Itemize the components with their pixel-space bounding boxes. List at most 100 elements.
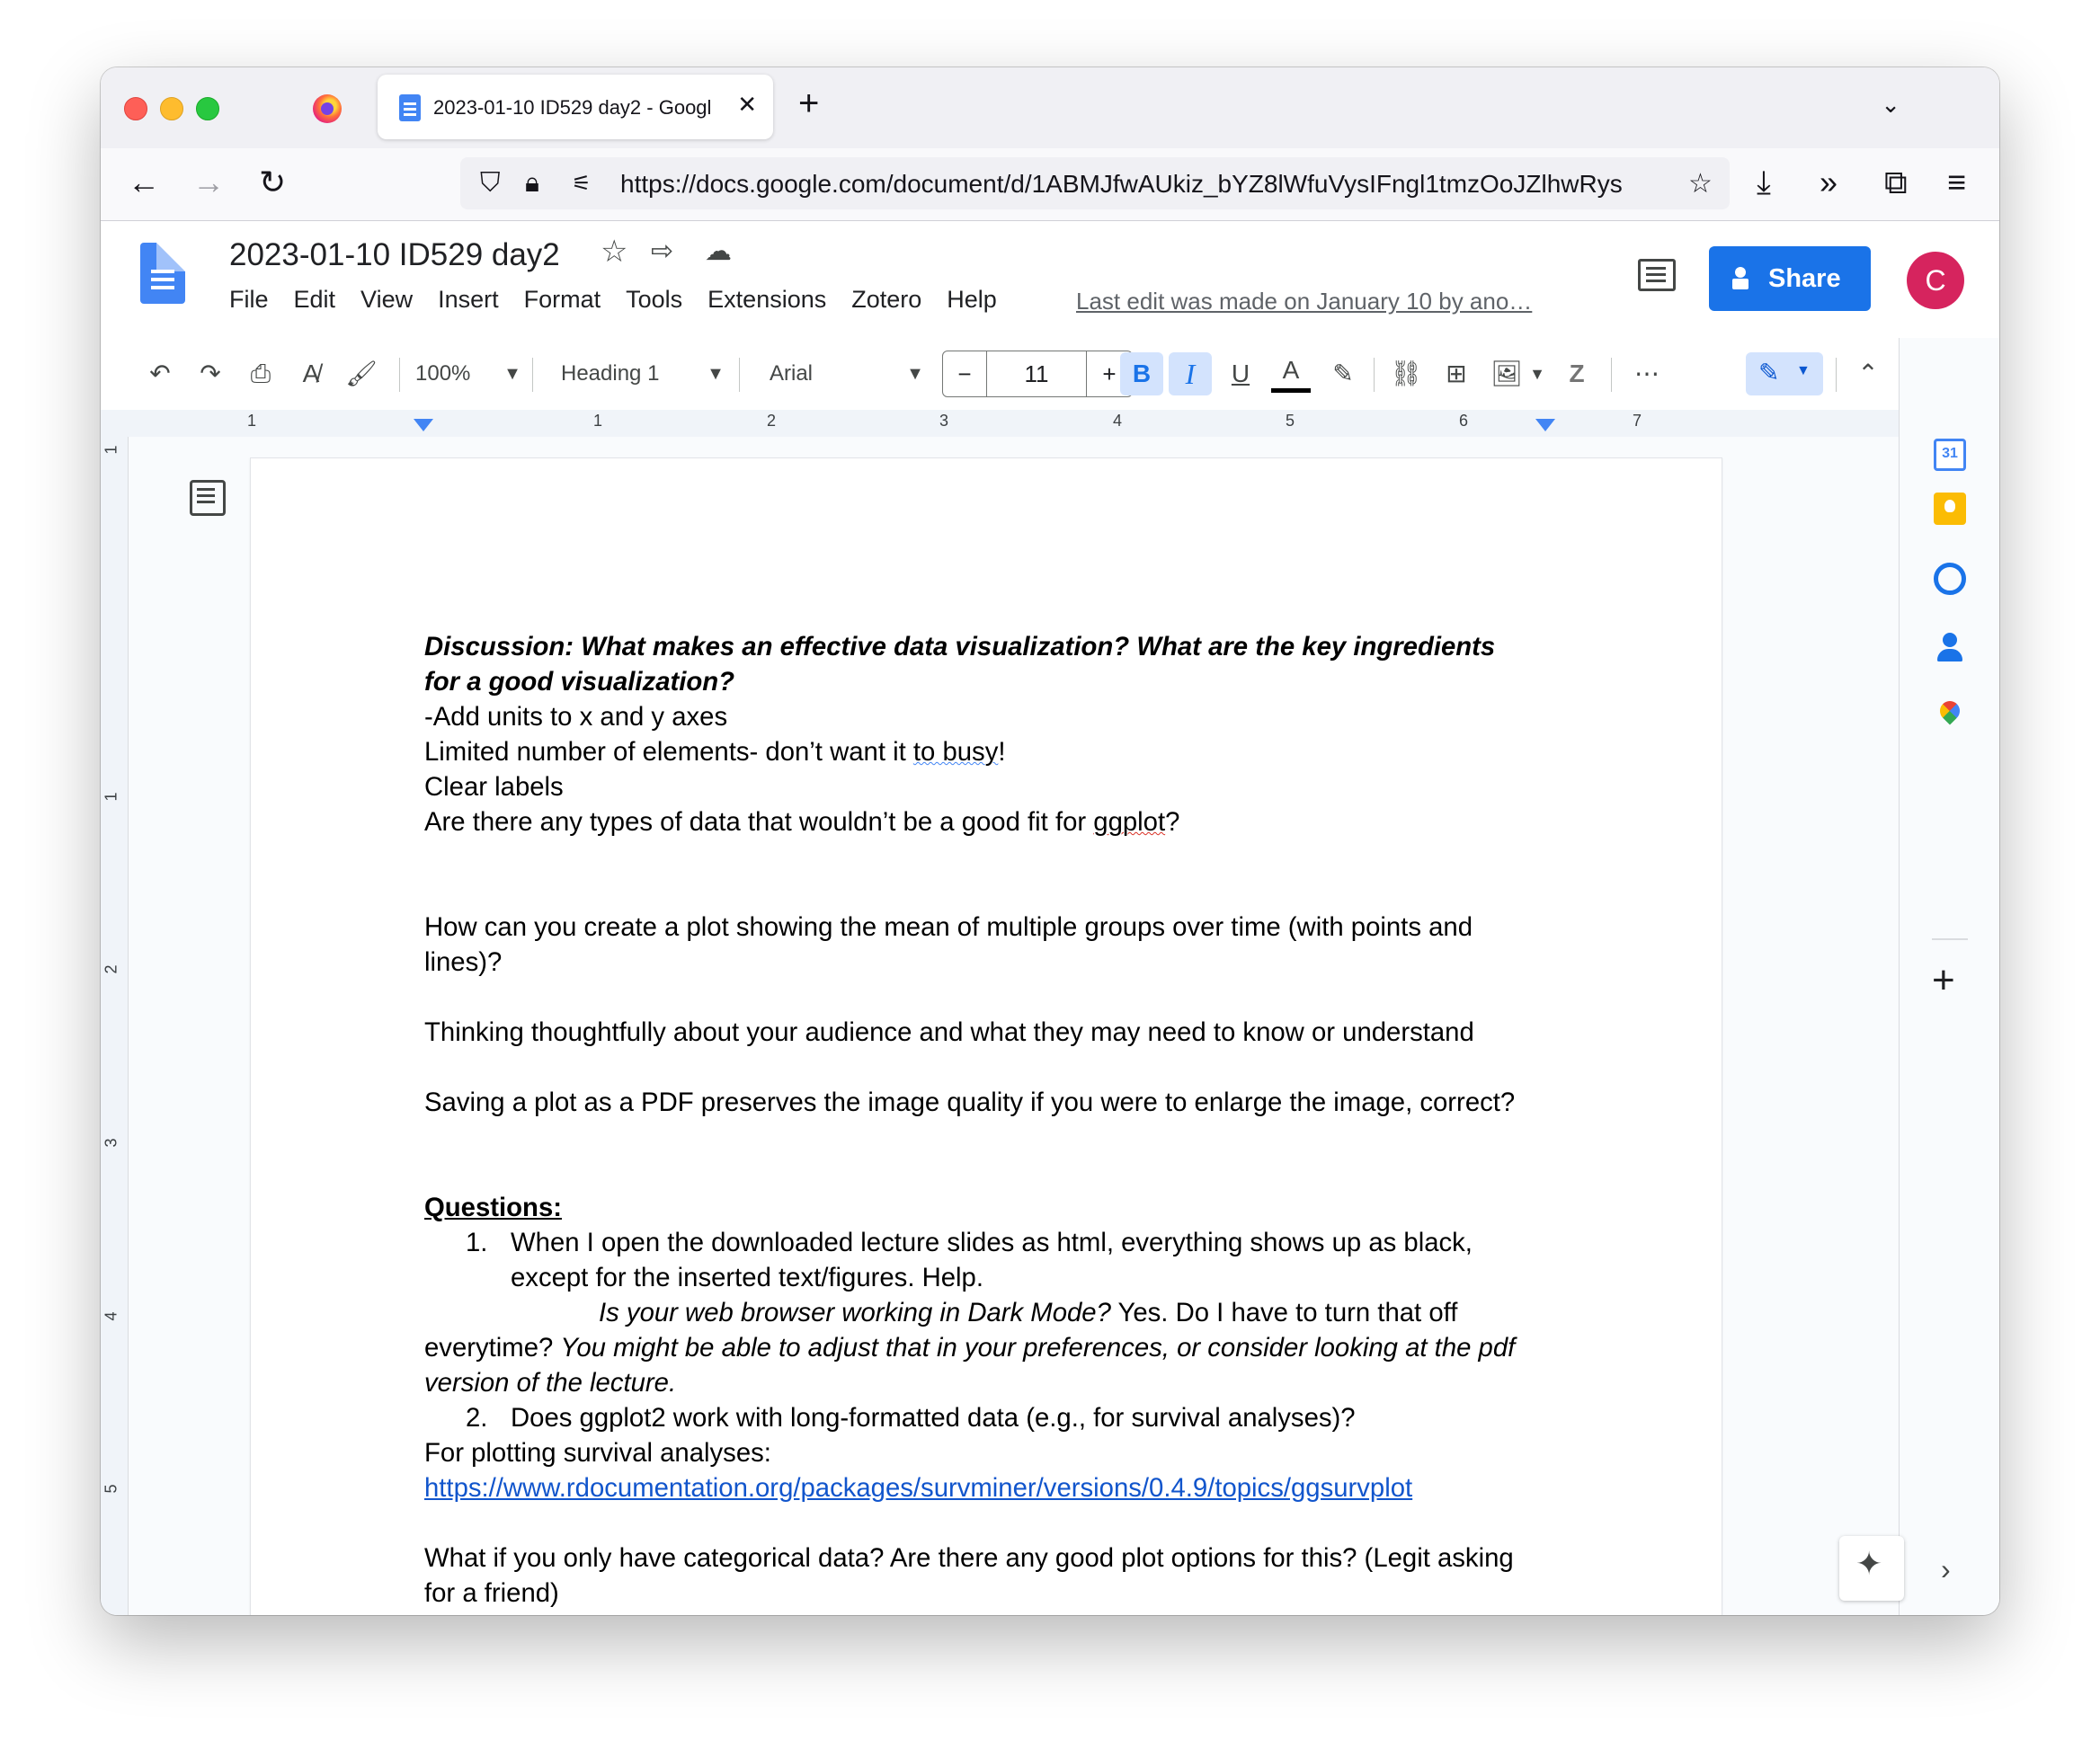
menu-insert[interactable]: Insert [438, 286, 499, 314]
more-options-icon[interactable]: ⋯ [1627, 352, 1667, 395]
keep-icon[interactable] [1934, 493, 1966, 525]
document-outline-icon[interactable] [190, 480, 226, 516]
insert-image-icon[interactable]: 🖼︎ [1487, 352, 1526, 395]
url-text[interactable]: https://docs.google.com/document/d/1ABMJ… [620, 170, 1681, 199]
decrease-font-size-button[interactable]: − [943, 351, 986, 396]
vertical-ruler[interactable]: 1 1 2 3 4 5 [101, 437, 129, 1615]
tab-close-icon[interactable]: ✕ [737, 91, 757, 119]
grammar-flagged-text[interactable]: to busy [913, 737, 998, 767]
ggsurvplot-link[interactable]: https://www.rdocumentation.org/packages/… [424, 1473, 1412, 1503]
document-title[interactable]: 2023-01-10 ID529 day2 [229, 237, 560, 273]
bold-button[interactable]: B [1120, 352, 1163, 395]
cloud-status-icon[interactable]: ☁ [705, 235, 732, 267]
menu-tools[interactable]: Tools [626, 286, 682, 314]
bookmark-star-icon[interactable]: ☆ [1688, 168, 1713, 200]
back-icon[interactable]: ← [128, 164, 160, 200]
zoom-window-button[interactable] [196, 97, 219, 120]
document-page[interactable]: Discussion: What makes an effective data… [251, 458, 1722, 1615]
list-text: When I open the downloaded lecture slide… [511, 1228, 1473, 1257]
list-text: Does ggplot2 work with long-formatted da… [511, 1403, 1356, 1433]
list-item: 1. When I open the downloaded lecture sli… [424, 1225, 1548, 1260]
questions-heading: Questions: [424, 1193, 563, 1222]
zoom-select[interactable]: 100% [415, 352, 478, 395]
hamburger-menu-icon[interactable]: ≡ [1947, 164, 1966, 200]
survival-line: For plotting survival analyses: [424, 1438, 771, 1468]
menu-file[interactable]: File [229, 286, 269, 314]
collapse-menus-icon[interactable]: ⌃ [1848, 352, 1888, 395]
font-select[interactable]: Arial [770, 352, 841, 395]
pdf-line: Saving a plot as a PDF preserves the ima… [424, 1088, 1516, 1117]
ruler-label: 7 [1633, 412, 1642, 430]
comment-history-icon[interactable] [1638, 259, 1676, 291]
horizontal-ruler[interactable]: 1 1 2 3 4 5 6 7 [101, 410, 1899, 438]
right-indent-marker[interactable] [1535, 419, 1555, 431]
ruler-label: 2 [102, 964, 120, 974]
tab-active[interactable]: 2023-01-10 ID529 day2 - Googl ✕ [378, 75, 773, 139]
menu-edit[interactable]: Edit [294, 286, 336, 314]
ruler-label: 4 [102, 1311, 120, 1321]
menu-view[interactable]: View [360, 286, 413, 314]
reload-icon[interactable]: ↻ [259, 164, 286, 200]
spelling-flagged-text[interactable]: ggplot [1093, 807, 1165, 837]
zoom-dropdown-icon[interactable]: ▼ [502, 352, 523, 395]
text-span: Are there any types of data that wouldn’… [424, 807, 1094, 837]
editing-mode-button[interactable]: ✎ ▼ [1746, 352, 1823, 395]
add-comment-icon[interactable]: ⊞ [1437, 352, 1476, 395]
extensions-icon[interactable]: ⧉ [1884, 164, 1908, 200]
avatar[interactable]: C [1907, 252, 1964, 309]
menu-zotero[interactable]: Zotero [851, 286, 921, 314]
text-span: Limited number of elements- don’t want i… [424, 737, 913, 767]
units-line: -Add units to x and y axes [424, 702, 728, 732]
maps-icon[interactable] [1934, 699, 1966, 732]
close-window-button[interactable] [124, 97, 147, 120]
forward-icon[interactable]: → [192, 164, 225, 200]
minimize-window-button[interactable] [160, 97, 183, 120]
highlight-icon[interactable]: ✎ [1323, 352, 1363, 395]
left-indent-marker[interactable] [414, 419, 433, 431]
contacts-icon[interactable] [1934, 631, 1966, 663]
font-dropdown-icon[interactable]: ▼ [904, 352, 926, 395]
menu-help[interactable]: Help [947, 286, 997, 314]
download-icon[interactable]: ⤓ [1757, 164, 1771, 200]
document-body[interactable]: Discussion: What makes an effective data… [424, 629, 1548, 1611]
navigation-bar: ← → ↻ ⛉ 🔒︎ ⚟ https://docs.google.com/doc… [101, 148, 1999, 221]
docs-tab-icon [399, 94, 421, 121]
font-size-input[interactable]: 11 [987, 351, 1086, 396]
docs-logo-icon[interactable] [140, 243, 185, 304]
undo-icon[interactable]: ↶ [140, 352, 180, 395]
underline-button[interactable]: U [1221, 352, 1260, 395]
link-icon[interactable]: ⛓︎ [1386, 352, 1426, 395]
lock-icon[interactable]: 🔒︎ [525, 168, 539, 199]
print-icon[interactable]: ⎙ [241, 352, 280, 395]
share-button[interactable]: Share [1709, 246, 1871, 311]
zotero-icon[interactable]: Z [1557, 352, 1597, 395]
text-color-button[interactable]: A [1271, 352, 1311, 393]
menu-format[interactable]: Format [524, 286, 601, 314]
ruler-label: 1 [593, 412, 603, 430]
more-tools-icon[interactable]: » [1820, 164, 1838, 200]
move-folder-icon[interactable]: ⇨ [651, 235, 673, 267]
calendar-icon[interactable]: 31 [1934, 439, 1966, 471]
explore-button[interactable] [1839, 1536, 1904, 1601]
image-dropdown-icon[interactable]: ▼ [1528, 352, 1546, 395]
side-panel: 31 + › [1899, 338, 1999, 1615]
redo-icon[interactable]: ↷ [191, 352, 230, 395]
chevron-down-icon[interactable]: ⌄ [1881, 91, 1900, 119]
shield-icon[interactable]: ⛉ [480, 168, 501, 199]
star-icon[interactable]: ☆ [601, 234, 627, 270]
paint-format-icon[interactable]: 🖌︎ [342, 352, 381, 395]
share-lock-icon [1732, 267, 1749, 289]
italic-button[interactable]: I [1169, 352, 1212, 395]
url-bar[interactable]: ⛉ 🔒︎ ⚟ https://docs.google.com/document/… [460, 157, 1730, 209]
new-tab-icon[interactable]: + [798, 84, 819, 124]
menu-extensions[interactable]: Extensions [707, 286, 826, 314]
add-addon-icon[interactable]: + [1932, 958, 1955, 1003]
text-span: Yes. Do I have to turn that off [1110, 1298, 1458, 1327]
chevron-right-icon[interactable]: › [1941, 1553, 1951, 1586]
style-select[interactable]: Heading 1 [561, 352, 669, 395]
permissions-icon[interactable]: ⚟ [572, 171, 592, 197]
style-dropdown-icon[interactable]: ▼ [705, 352, 726, 395]
spellcheck-icon[interactable]: A̸ [291, 352, 331, 395]
last-edit-link[interactable]: Last edit was made on January 10 by ano… [1076, 288, 1532, 315]
tasks-icon[interactable] [1934, 563, 1966, 595]
